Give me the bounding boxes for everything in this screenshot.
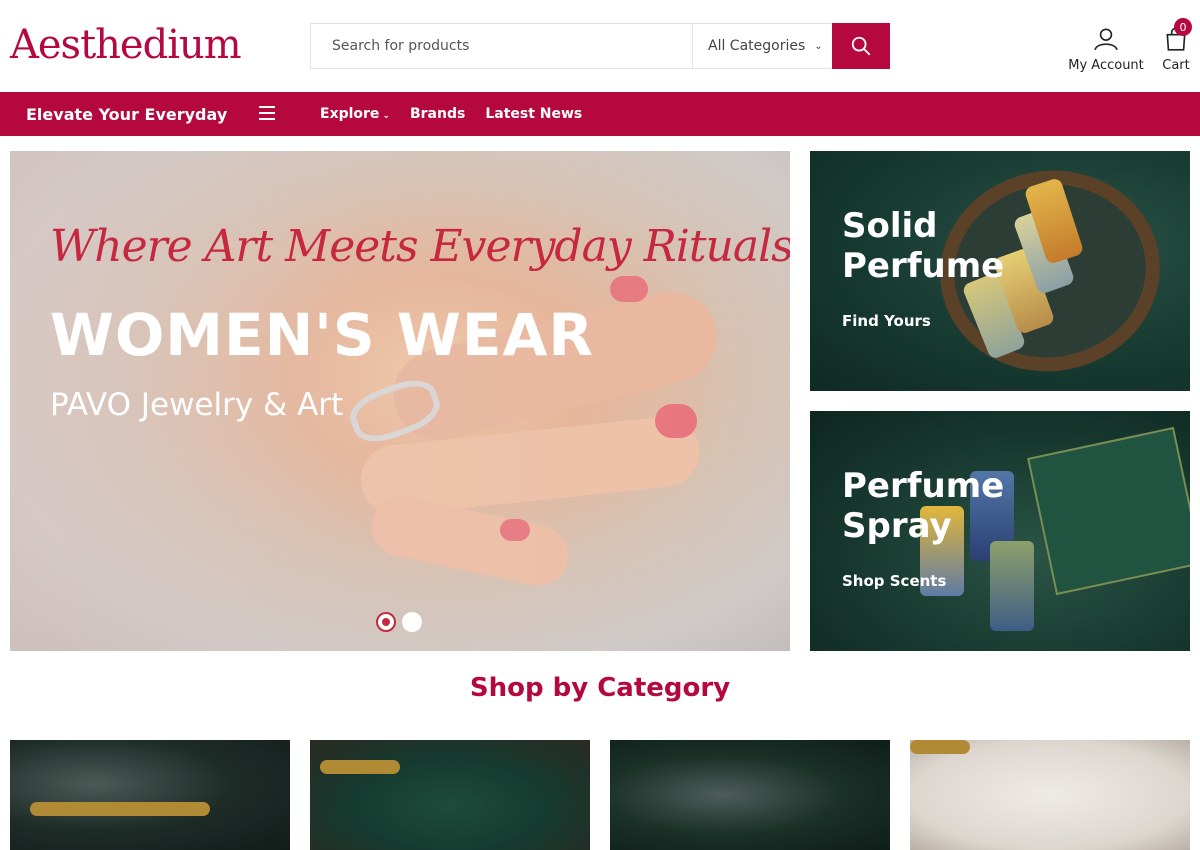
- nav-links: Explore ⌄ Brands Latest News: [320, 106, 582, 122]
- hero-slider[interactable]: Where Art Meets Everyday Rituals WOMEN'S…: [10, 151, 790, 651]
- slider-dot-1[interactable]: [376, 612, 396, 632]
- nav-link-explore-label: Explore: [320, 106, 380, 122]
- banner-link[interactable]: Find Yours: [842, 312, 931, 330]
- nav-link-latest-news[interactable]: Latest News: [485, 106, 582, 122]
- category-card[interactable]: [310, 740, 590, 850]
- category-select[interactable]: All Categories ⌄: [692, 24, 832, 68]
- banner-title: Perfume Spray: [842, 466, 1004, 546]
- category-select-value: All Categories: [708, 38, 806, 54]
- banner-image-bottle: [990, 541, 1034, 631]
- banner-title-line: Perfume: [842, 466, 1005, 506]
- nav-link-brands[interactable]: Brands: [410, 106, 465, 122]
- banner-title: Solid Perfume: [842, 206, 1004, 286]
- category-image-detail: [30, 802, 210, 816]
- slider-dot-2[interactable]: [402, 612, 422, 632]
- nav-tagline: Elevate Your Everyday: [26, 105, 228, 124]
- nav-link-explore[interactable]: Explore ⌄: [320, 106, 390, 122]
- category-card[interactable]: [10, 740, 290, 850]
- my-account-link[interactable]: My Account: [1066, 26, 1146, 73]
- search-input[interactable]: [311, 24, 692, 68]
- banner-title-line: Spray: [842, 506, 952, 546]
- main-nav: Elevate Your Everyday Explore ⌄ Brands La…: [0, 92, 1200, 136]
- banner-title-line: Solid: [842, 206, 938, 246]
- search-bar: All Categories ⌄: [310, 23, 890, 69]
- hero-subtitle: PAVO Jewelry & Art: [50, 387, 344, 423]
- banner-title-line: Perfume: [842, 246, 1005, 286]
- cart-count-badge: 0: [1174, 18, 1192, 36]
- search-button[interactable]: [832, 23, 890, 69]
- hero-headline: WOMEN'S WEAR: [50, 301, 595, 369]
- category-card[interactable]: [910, 740, 1190, 850]
- hero-script-title: Where Art Meets Everyday Rituals: [50, 221, 790, 272]
- my-account-label: My Account: [1068, 58, 1144, 73]
- search-icon: [851, 36, 871, 56]
- menu-icon[interactable]: [259, 106, 275, 122]
- category-card[interactable]: [610, 740, 890, 850]
- banner-link[interactable]: Shop Scents: [842, 572, 946, 590]
- cart-label: Cart: [1162, 58, 1190, 73]
- chevron-down-icon: ⌄: [814, 40, 823, 52]
- slider-dots: [376, 612, 422, 632]
- banner-perfume-spray[interactable]: Perfume Spray Shop Scents: [810, 411, 1190, 651]
- chevron-down-icon: ⌄: [382, 111, 390, 121]
- cart-link[interactable]: 0 Cart: [1156, 18, 1196, 73]
- section-title-categories: Shop by Category: [469, 673, 731, 703]
- category-image-detail: [910, 740, 970, 754]
- banner-solid-perfume[interactable]: Solid Perfume Find Yours: [810, 151, 1190, 391]
- site-logo[interactable]: Aesthedium: [10, 22, 242, 68]
- user-icon: [1094, 28, 1118, 51]
- site-header: Aesthedium All Categories ⌄ My Account 0…: [0, 0, 1200, 92]
- category-image-detail: [320, 760, 400, 774]
- banner-image-box: [1027, 426, 1190, 596]
